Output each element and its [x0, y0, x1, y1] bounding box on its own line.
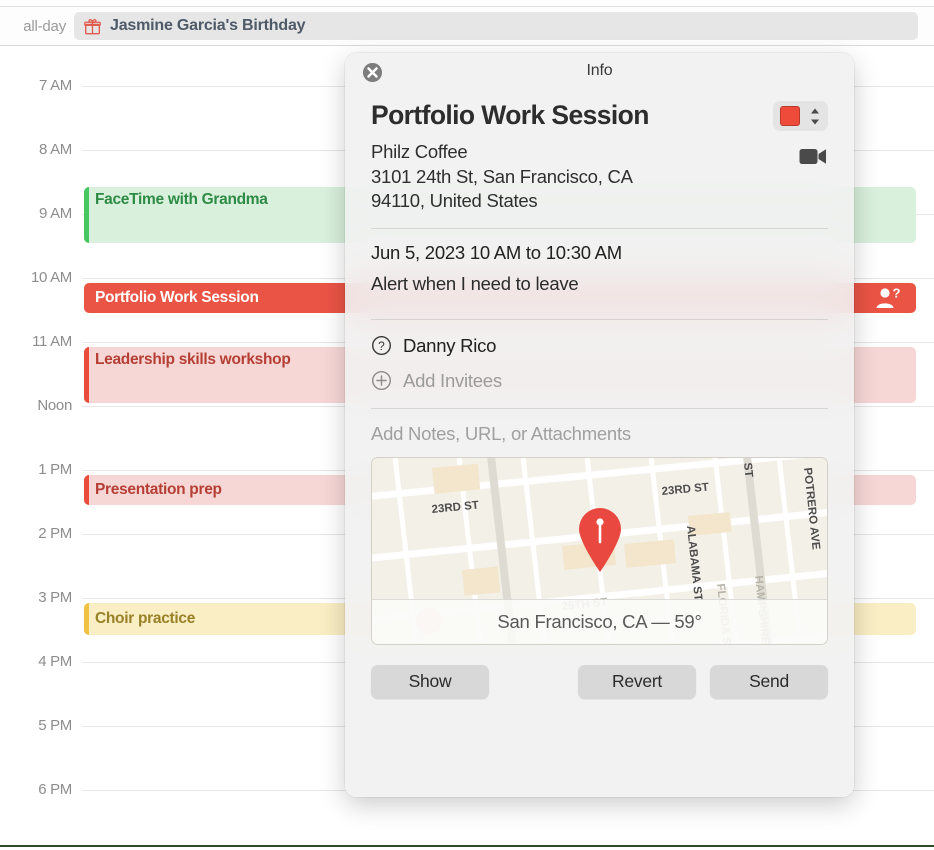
svg-text:?: ? [378, 339, 385, 353]
hour-label-11am: 11 AM [32, 333, 72, 350]
hour-label-9am: 9 AM [39, 205, 72, 222]
popover-body: Portfolio Work Session Philz Coffee 3101… [345, 101, 854, 699]
event-accent-bar [84, 603, 89, 635]
event-title: Leadership skills workshop [95, 351, 291, 368]
gift-icon [84, 18, 101, 34]
event-info-popover: Info Portfolio Work Session Philz Coffee… [345, 53, 854, 797]
event-alert[interactable]: Alert when I need to leave [371, 273, 828, 295]
hour-label-10am: 10 AM [30, 269, 72, 286]
svg-text:?: ? [893, 287, 901, 301]
event-title: FaceTime with Grandma [95, 191, 268, 208]
location-row: Philz Coffee 3101 24th St, San Francisco… [371, 140, 828, 214]
popover-button-row: Show Revert Send [371, 664, 828, 699]
location-map[interactable]: 23RD ST 23RD ST 25TH ST ALABAMA ST FLORI… [371, 456, 828, 645]
event-accent-bar [84, 187, 89, 243]
location-address-line-1: 3101 24th St, San Francisco, CA [371, 165, 633, 187]
add-invitees-row[interactable]: Add Invitees [371, 370, 828, 392]
event-title: Choir practice [95, 610, 196, 627]
popover-title: Info [586, 62, 613, 79]
hour-label-5pm: 5 PM [38, 717, 72, 734]
map-pin-icon [578, 507, 621, 572]
hour-label-1pm: 1 PM [38, 461, 72, 478]
hour-label-noon: Noon [37, 397, 72, 414]
event-name[interactable]: Portfolio Work Session [371, 101, 649, 130]
hour-label-3pm: 3 PM [38, 589, 72, 606]
add-invitees-label: Add Invitees [403, 369, 502, 391]
event-name-row: Portfolio Work Session [371, 101, 828, 131]
question-circle-icon: ? [372, 336, 391, 356]
location-address-line-2: 94110, United States [371, 190, 538, 212]
hour-label-4pm: 4 PM [38, 653, 72, 670]
event-accent-bar [84, 347, 89, 403]
map-caption: San Francisco, CA — 59° [497, 610, 702, 632]
invitee-row-danny-rico[interactable]: ? Danny Rico [371, 335, 828, 357]
event-accent-bar [84, 475, 89, 505]
location-name: Philz Coffee [371, 141, 468, 162]
popover-titlebar: Info [345, 53, 854, 91]
svg-text:ST: ST [741, 462, 754, 478]
video-camera-icon[interactable] [799, 146, 828, 167]
hour-label-2pm: 2 PM [38, 525, 72, 542]
hour-label-6pm: 6 PM [38, 781, 72, 798]
hour-label-7am: 7 AM [39, 77, 72, 94]
send-button[interactable]: Send [710, 664, 828, 699]
person-question-icon: ? [876, 287, 901, 308]
plus-circle-icon [372, 371, 391, 391]
event-title: Presentation prep [95, 481, 222, 498]
datetime-section: Jun 5, 2023 10 AM to 10:30 AM Alert when… [371, 229, 828, 307]
location-block[interactable]: Philz Coffee 3101 24th St, San Francisco… [371, 140, 633, 214]
color-swatch [780, 106, 800, 126]
all-day-event-jasmine-garcias-birthday[interactable]: Jasmine Garcia's Birthday [74, 12, 918, 40]
invitees-section: ? Danny Rico Add Invitees [371, 320, 828, 404]
all-day-event-title: Jasmine Garcia's Birthday [110, 17, 306, 34]
chevron-up-down-icon [811, 108, 819, 124]
all-day-row: all-day Jasmine Garcia's Birthday [0, 6, 934, 46]
notes-input[interactable]: Add Notes, URL, or Attachments [371, 409, 828, 455]
event-datetime[interactable]: Jun 5, 2023 10 AM to 10:30 AM [371, 242, 828, 264]
hour-label-8am: 8 AM [39, 141, 72, 158]
map-weather-strip: San Francisco, CA — 59° [372, 598, 827, 644]
window-bottom-rule [0, 845, 934, 847]
show-button[interactable]: Show [371, 664, 489, 699]
all-day-label: all-day [23, 17, 66, 35]
invitee-name: Danny Rico [403, 334, 497, 356]
event-title: Portfolio Work Session [95, 289, 259, 306]
revert-button[interactable]: Revert [578, 664, 696, 699]
calendar-color-picker[interactable] [773, 101, 828, 131]
